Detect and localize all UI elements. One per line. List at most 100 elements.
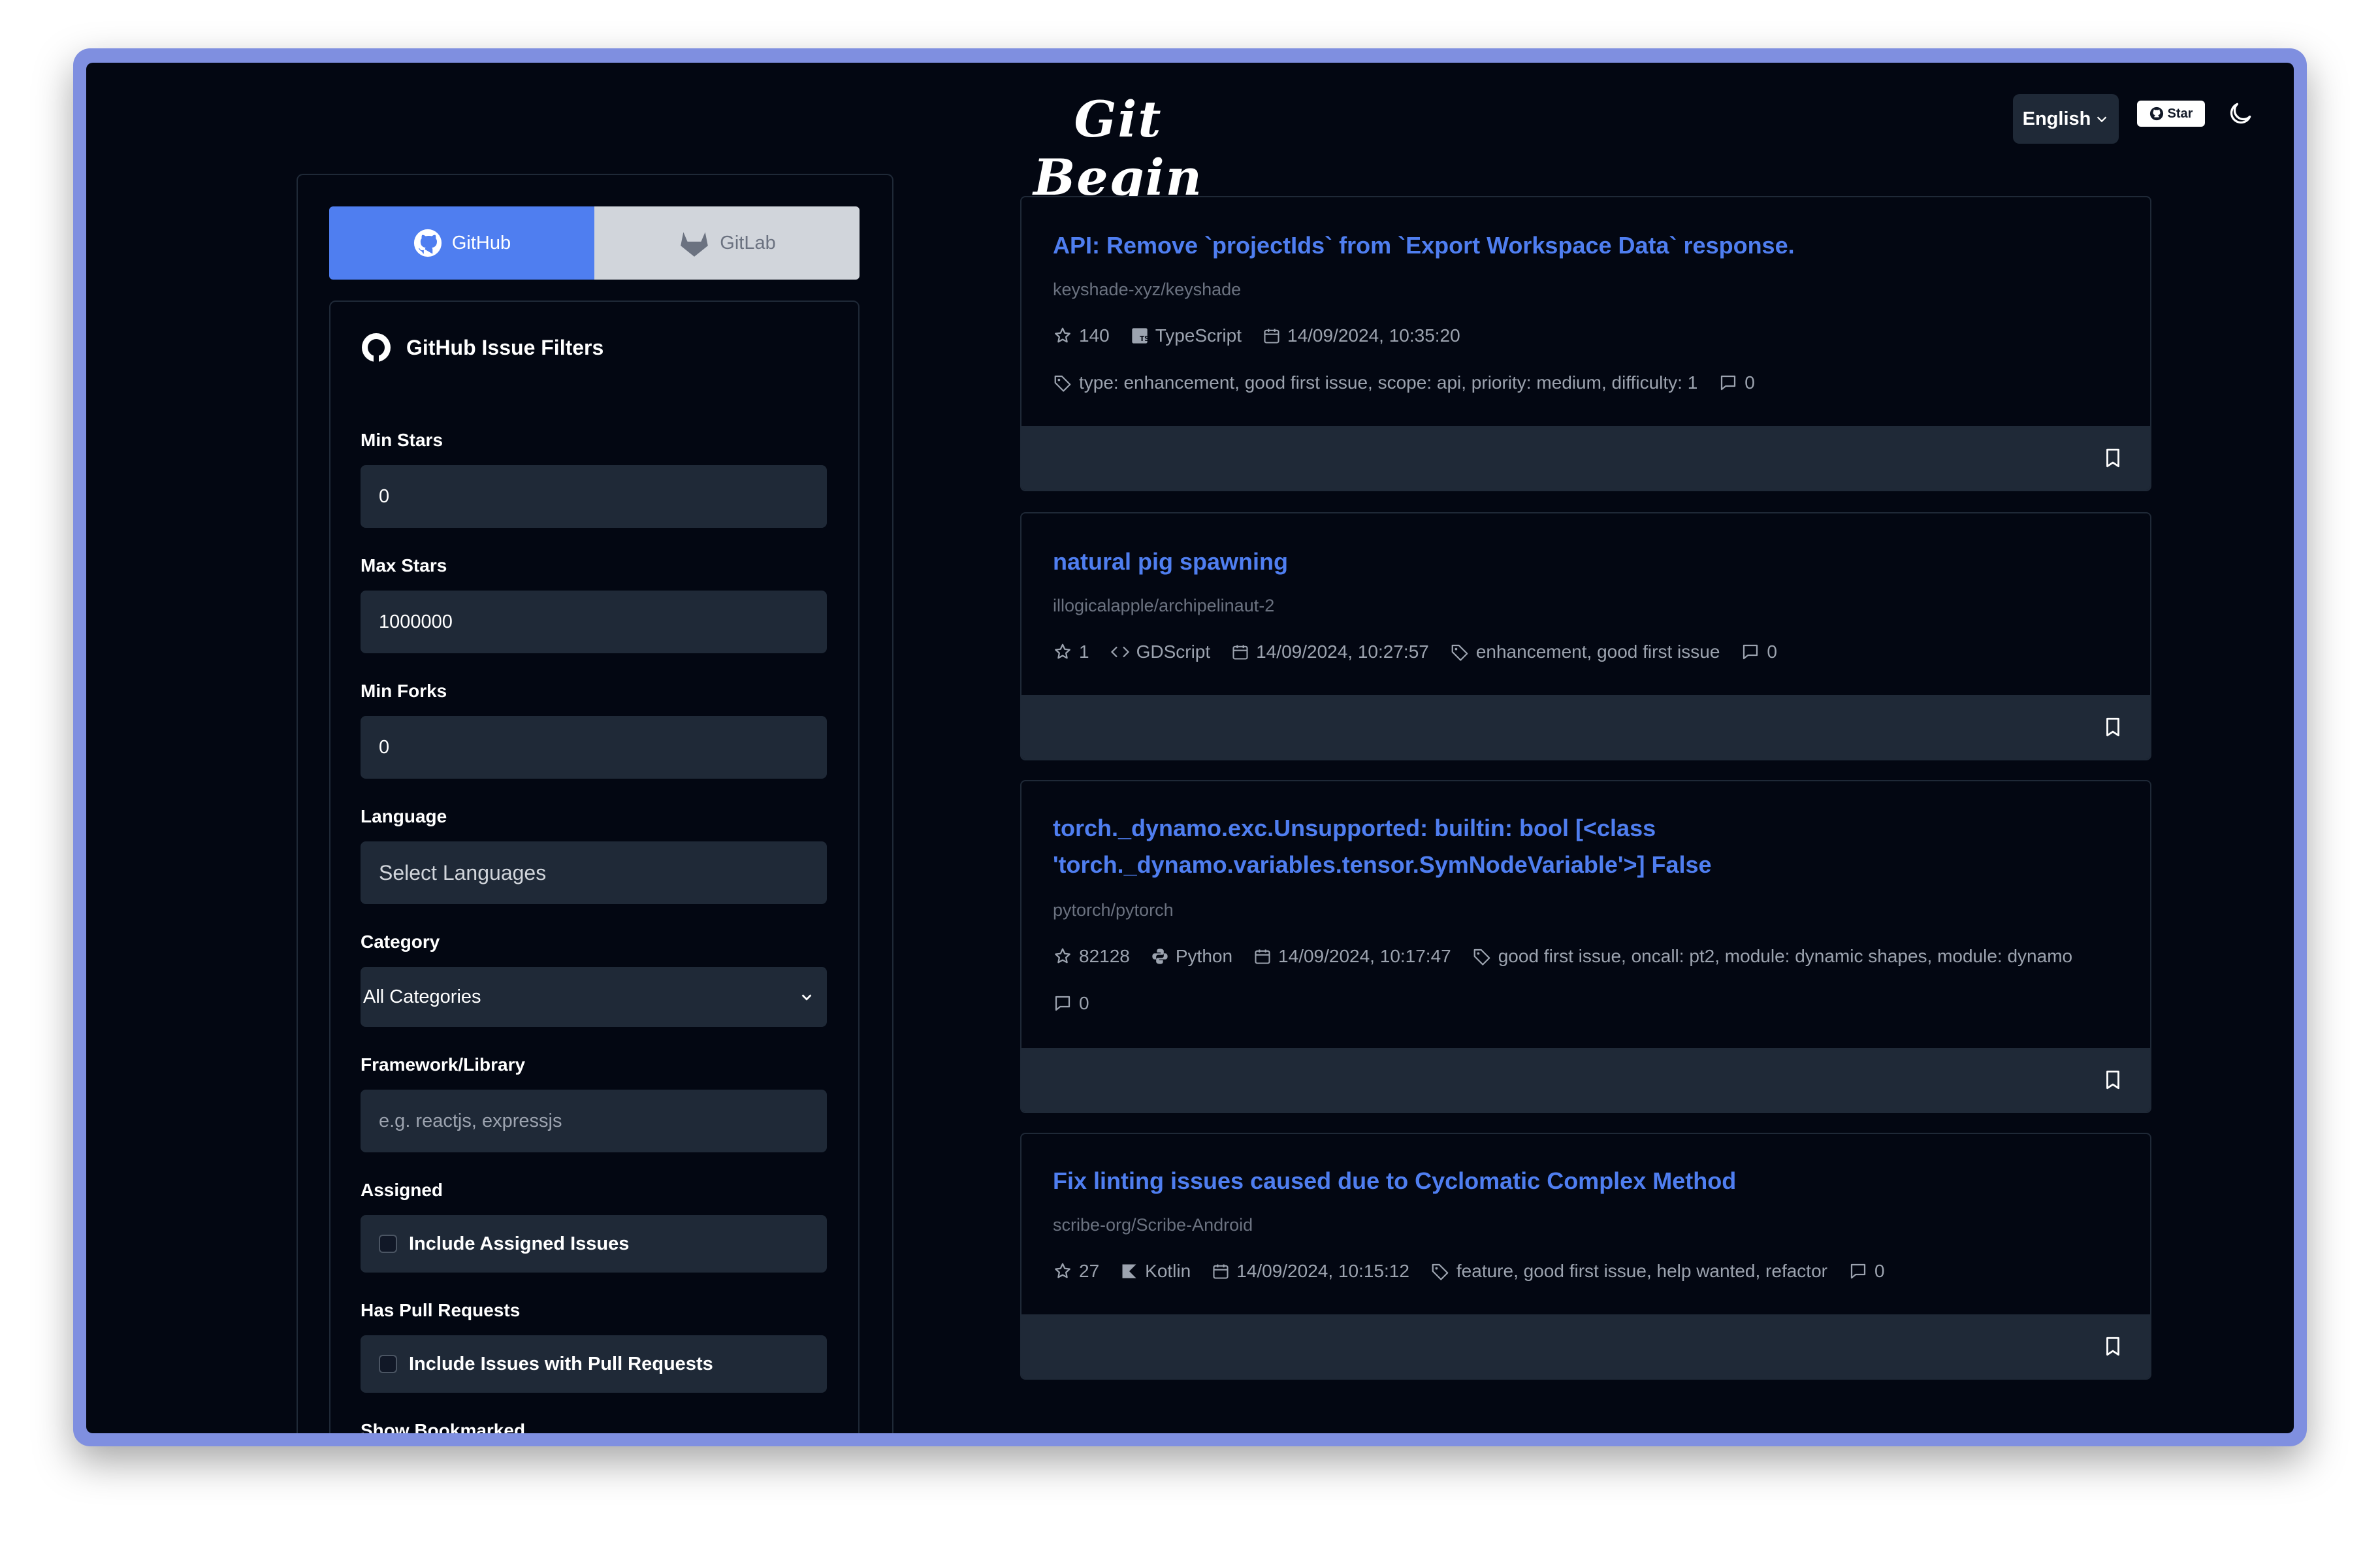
issue-title[interactable]: Fix linting issues caused due to Cycloma… — [1053, 1163, 2098, 1199]
pull-requests-checkbox-label: Include Issues with Pull Requests — [409, 1353, 713, 1374]
filters-title: GitHub Issue Filters — [406, 335, 604, 359]
framework-input[interactable]: e.g. reactjs, expressjs — [361, 1090, 827, 1152]
language-dropdown[interactable]: English — [2013, 94, 2119, 144]
max-stars-input[interactable]: 1000000 — [361, 591, 827, 653]
app-window: Git Begin English Star GitHub GitLab Git… — [86, 63, 2294, 1433]
category-select[interactable]: All Categories — [361, 967, 827, 1027]
code-icon — [1110, 642, 1130, 662]
issue-card-footer — [1021, 1048, 2150, 1112]
issue-labels: enhancement, good first issue — [1475, 642, 1720, 662]
framework-label: Framework/Library — [361, 1054, 526, 1075]
calendar-icon — [1212, 1262, 1230, 1280]
tab-github[interactable]: GitHub — [329, 206, 594, 280]
language-name: Kotlin — [1145, 1261, 1191, 1281]
issue-meta: 27 Kotlin 14/09/2024, 10:15:12 feature, … — [1053, 1261, 1885, 1282]
issue-repo[interactable]: keyshade-xyz/keyshade — [1053, 280, 1241, 300]
tag-icon — [1430, 1261, 1450, 1281]
tag-icon — [1472, 947, 1492, 966]
language-label: English — [2022, 108, 2091, 129]
comment-icon — [1718, 373, 1738, 393]
issue-meta: 140 TS TypeScript 14/09/2024, 10:35:20 — [1053, 325, 1460, 346]
language-name: Python — [1175, 946, 1233, 966]
issue-repo[interactable]: illogicalapple/archipelinaut-2 — [1053, 596, 1274, 616]
calendar-icon — [1231, 643, 1249, 661]
github-star-button[interactable]: Star — [2137, 101, 2205, 127]
comment-icon — [1053, 994, 1072, 1013]
pull-requests-checkbox[interactable] — [379, 1355, 397, 1373]
comment-count: 0 — [1079, 993, 1089, 1013]
issue-card[interactable]: Fix linting issues caused due to Cycloma… — [1020, 1133, 2151, 1380]
issue-labels: type: enhancement, good first issue, sco… — [1079, 372, 1698, 393]
pull-requests-label: Has Pull Requests — [361, 1300, 521, 1320]
platform-tabs: GitHub GitLab — [329, 206, 860, 280]
tab-gitlab[interactable]: GitLab — [594, 206, 860, 280]
issue-card[interactable]: API: Remove `projectIds` from `Export Wo… — [1020, 196, 2151, 491]
bookmark-icon[interactable] — [2102, 446, 2124, 470]
issue-card-footer — [1021, 695, 2150, 759]
assigned-checkbox-row[interactable]: Include Assigned Issues — [361, 1215, 827, 1273]
star-icon — [1053, 947, 1072, 966]
comment-count: 0 — [1874, 1261, 1885, 1281]
gitlab-icon — [678, 228, 711, 258]
tab-github-label: GitHub — [451, 232, 511, 253]
issue-card[interactable]: natural pig spawning illogicalapple/arch… — [1020, 512, 2151, 760]
issue-date: 14/09/2024, 10:35:20 — [1287, 325, 1460, 346]
typescript-icon: TS — [1131, 327, 1149, 345]
bookmark-icon[interactable] — [2102, 1334, 2124, 1359]
issue-labels-row: type: enhancement, good first issue, sco… — [1053, 372, 1755, 393]
moon-icon[interactable] — [2226, 99, 2255, 128]
assigned-checkbox-label: Include Assigned Issues — [409, 1233, 630, 1254]
language-name: GDScript — [1136, 642, 1211, 662]
filters-header: GitHub Issue Filters — [361, 332, 603, 363]
issue-date: 14/09/2024, 10:15:12 — [1236, 1261, 1409, 1281]
star-label: Star — [2167, 106, 2193, 121]
star-count: 27 — [1079, 1261, 1100, 1281]
kotlin-icon — [1120, 1262, 1138, 1280]
python-icon — [1151, 947, 1169, 966]
assigned-label: Assigned — [361, 1180, 443, 1200]
comment-count: 0 — [1745, 372, 1755, 393]
tag-icon — [1053, 373, 1072, 393]
issue-card[interactable]: torch._dynamo.exc.Unsupported: builtin: … — [1020, 780, 2151, 1113]
issue-card-footer — [1021, 1314, 2150, 1378]
star-icon — [1053, 1261, 1072, 1281]
issue-labels: good first issue, oncall: pt2, module: d… — [1498, 946, 2073, 966]
language-name: TypeScript — [1155, 325, 1242, 346]
language-select-input[interactable]: Select Languages — [361, 841, 827, 904]
app-logo: Git Begin — [1033, 90, 1203, 206]
language-filter-label: Language — [361, 806, 447, 826]
star-count: 140 — [1079, 325, 1110, 346]
star-count: 82128 — [1079, 946, 1130, 966]
issue-repo[interactable]: pytorch/pytorch — [1053, 900, 1174, 920]
issue-card-footer — [1021, 426, 2150, 490]
min-forks-label: Min Forks — [361, 681, 447, 701]
assigned-checkbox[interactable] — [379, 1235, 397, 1253]
filter-sidebar: GitHub GitLab GitHub Issue Filters Min S… — [297, 174, 893, 1433]
issue-title[interactable]: API: Remove `projectIds` from `Export Wo… — [1053, 227, 2098, 264]
star-icon — [1053, 326, 1072, 346]
github-icon — [413, 228, 443, 258]
tab-gitlab-label: GitLab — [720, 232, 776, 253]
bookmark-icon[interactable] — [2102, 715, 2124, 739]
issue-date: 14/09/2024, 10:27:57 — [1256, 642, 1429, 662]
comment-count: 0 — [1767, 642, 1777, 662]
min-forks-input[interactable]: 0 — [361, 716, 827, 779]
pull-requests-checkbox-row[interactable]: Include Issues with Pull Requests — [361, 1335, 827, 1393]
issue-title[interactable]: torch._dynamo.exc.Unsupported: builtin: … — [1053, 810, 2098, 883]
filters-panel: GitHub Issue Filters Min Stars 0 Max Sta… — [329, 300, 860, 1433]
chevron-down-icon — [2095, 112, 2109, 126]
github-icon — [2149, 106, 2164, 121]
category-value: All Categories — [363, 986, 481, 1007]
issue-comments-row: 0 — [1053, 993, 1089, 1014]
min-stars-input[interactable]: 0 — [361, 465, 827, 528]
issue-title-line: torch._dynamo.exc.Unsupported: builtin: … — [1053, 815, 1656, 841]
min-stars-label: Min Stars — [361, 430, 443, 450]
issue-title[interactable]: natural pig spawning — [1053, 544, 2098, 580]
chevron-down-icon — [799, 990, 814, 1004]
issue-repo[interactable]: scribe-org/Scribe-Android — [1053, 1215, 1253, 1235]
bookmark-icon[interactable] — [2102, 1067, 2124, 1092]
show-bookmarked-label: Show Bookmarked — [361, 1420, 526, 1433]
calendar-icon — [1253, 947, 1272, 966]
star-count: 1 — [1079, 642, 1089, 662]
issue-meta: 1 GDScript 14/09/2024, 10:27:57 enhancem… — [1053, 642, 1777, 662]
